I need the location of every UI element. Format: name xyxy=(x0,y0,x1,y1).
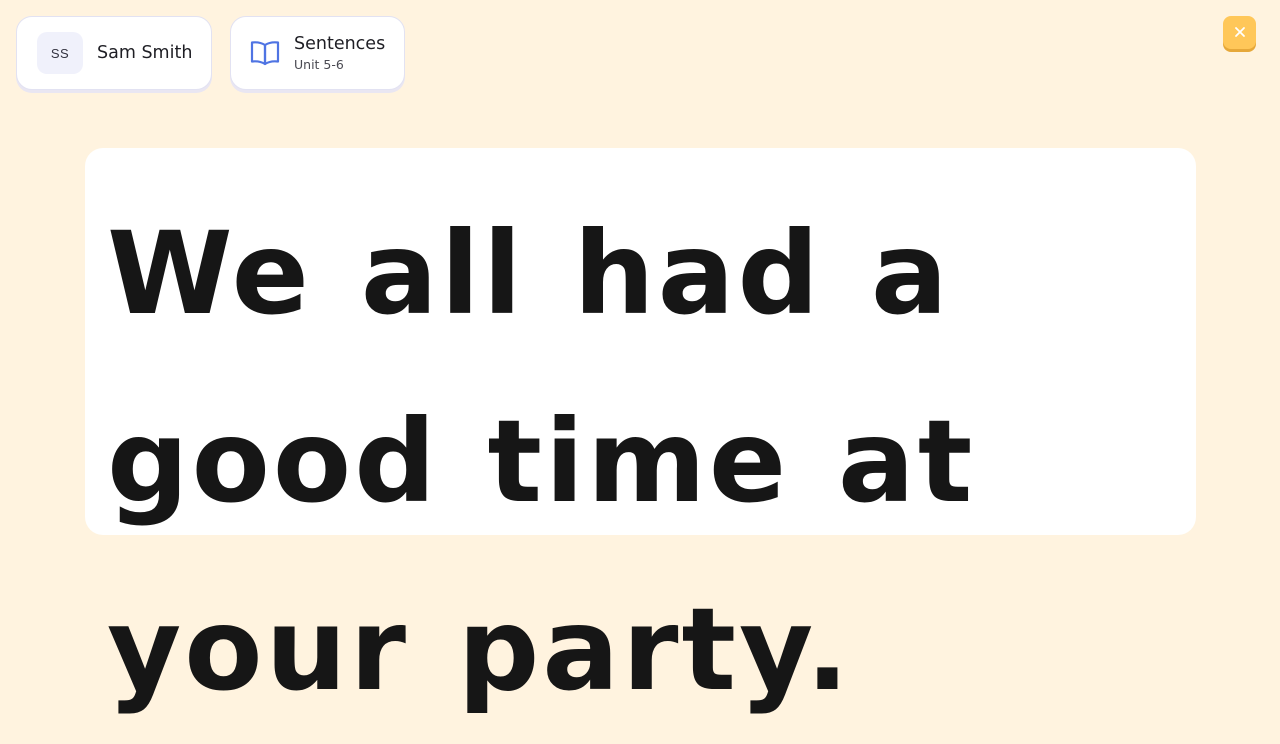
book-open-icon xyxy=(250,40,280,66)
avatar-initials: SS xyxy=(50,45,70,61)
close-icon xyxy=(1234,23,1246,42)
close-button[interactable] xyxy=(1223,16,1256,49)
sentence-text: We all had a good time at your party. xyxy=(107,207,976,716)
lesson-card[interactable]: Sentences Unit 5-6 xyxy=(230,16,405,90)
lesson-title: Sentences xyxy=(294,33,386,54)
lesson-subtitle: Unit 5-6 xyxy=(294,56,344,72)
sentence-card: We all had a good time at your party. xyxy=(85,148,1196,716)
avatar: SS xyxy=(37,32,83,74)
lesson-text: Sentences Unit 5-6 xyxy=(294,33,385,74)
user-name: Sam Smith xyxy=(97,43,193,63)
user-profile-card[interactable]: SS Sam Smith xyxy=(16,16,212,90)
